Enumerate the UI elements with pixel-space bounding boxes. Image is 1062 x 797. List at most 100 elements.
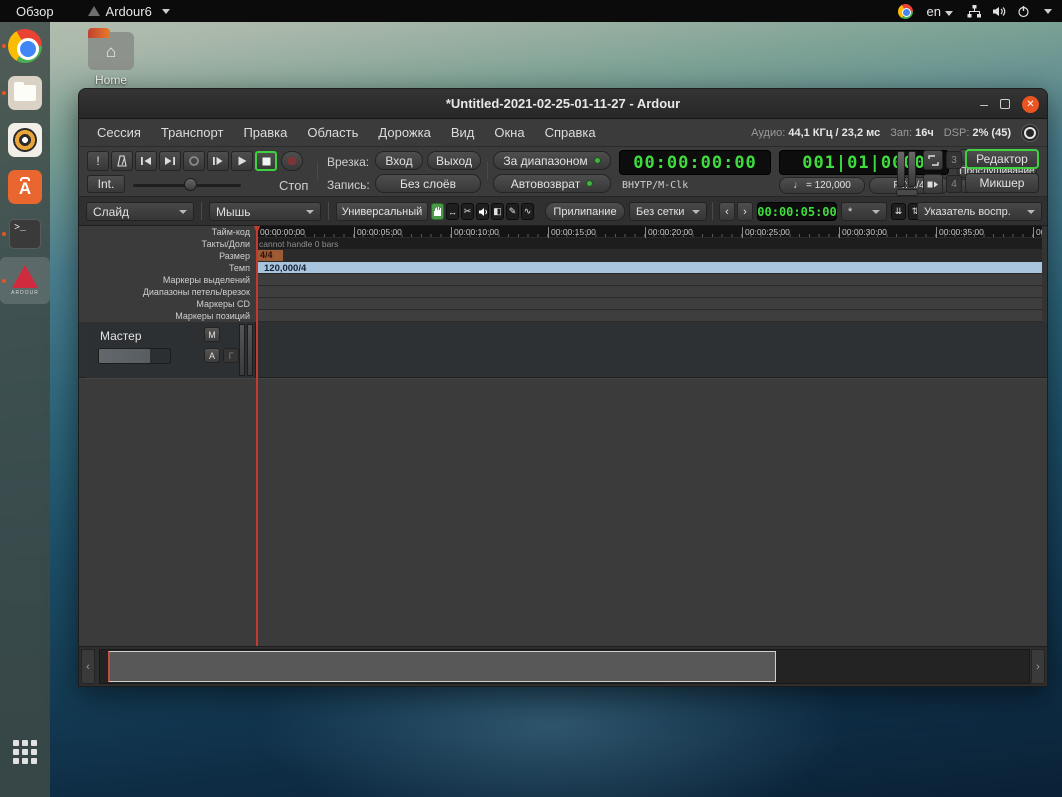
menu-item-3[interactable]: Область: [299, 122, 366, 143]
scroll-left-button[interactable]: ‹: [81, 649, 95, 684]
primary-clock[interactable]: 00:00:00:00: [619, 150, 771, 175]
ruler-label-tempo[interactable]: Темп: [79, 262, 256, 274]
ruler-label-cd-markers[interactable]: Маркеры CD: [79, 298, 256, 310]
goto-end-button[interactable]: [159, 151, 181, 171]
app-menu[interactable]: Ardour6: [88, 4, 170, 19]
follow-range-button[interactable]: За диапазоном: [493, 151, 611, 170]
position-markers-ruler[interactable]: [256, 310, 1042, 322]
record-button[interactable]: [281, 151, 303, 171]
sync-source-button[interactable]: Int.: [87, 175, 125, 193]
edit-point-dropdown[interactable]: Мышь: [209, 202, 321, 221]
metronome-button[interactable]: [111, 151, 133, 171]
menu-item-5[interactable]: Вид: [443, 122, 483, 143]
language-indicator[interactable]: en: [927, 4, 953, 19]
master-gain-fader[interactable]: [98, 348, 171, 364]
bbt-ruler[interactable]: cannot handle 0 bars: [256, 238, 1042, 250]
dock-item-chrome[interactable]: [0, 22, 50, 69]
ruler-label-meter[interactable]: Размер: [79, 250, 256, 262]
maximize-button[interactable]: [1000, 99, 1010, 109]
goto-start-button[interactable]: [135, 151, 157, 171]
grid-mode-dropdown[interactable]: Без сетки: [629, 202, 707, 221]
ruler-label-location-markers[interactable]: Маркеры выделений: [79, 274, 256, 286]
shuttle-thumb[interactable]: [184, 178, 197, 191]
summary-visible-range[interactable]: [108, 651, 776, 682]
range-tool-button[interactable]: ↔: [446, 203, 459, 220]
dock-item-terminal[interactable]: >_: [0, 210, 50, 257]
ruler-label-position-markers[interactable]: Маркеры позиций: [79, 310, 256, 322]
fade-tool-button[interactable]: ◧: [491, 203, 504, 220]
loop-punch-ruler[interactable]: [256, 286, 1042, 298]
play-range-icon: [212, 156, 224, 166]
play-button[interactable]: [231, 151, 253, 171]
location-markers-ruler[interactable]: [256, 274, 1042, 286]
tempo-button[interactable]: ♩ = 120,000: [779, 177, 865, 194]
global-record-button[interactable]: [1021, 124, 1039, 142]
grab-tool-button[interactable]: [431, 203, 444, 220]
meter-ruler[interactable]: 4/4: [256, 250, 1042, 262]
master-track-name[interactable]: Мастер: [100, 329, 142, 343]
nudge-forward-button[interactable]: ›: [737, 202, 753, 221]
edit-content-tool-button[interactable]: ∿: [521, 203, 534, 220]
show-applications-button[interactable]: [13, 740, 37, 764]
cd-markers-ruler[interactable]: [256, 298, 1042, 310]
mixer-window-button[interactable]: [923, 174, 943, 194]
timecode-ruler[interactable]: 00:00:00:0000:00:05:0000:00:10:0000:00:1…: [256, 226, 1042, 238]
nudge-clock[interactable]: 00:00:05:00: [757, 202, 837, 221]
nudge-back-button[interactable]: ‹: [719, 202, 735, 221]
punch-out-button[interactable]: Выход: [427, 151, 481, 170]
menu-item-1[interactable]: Транспорт: [153, 122, 232, 143]
ruler-label-loop-punch[interactable]: Диапазоны петель/врезок: [79, 286, 256, 298]
dock-item-files[interactable]: [0, 69, 50, 116]
tempo-marker[interactable]: 120,000/4: [264, 263, 306, 274]
dock-item-ardour[interactable]: ARDOUR: [0, 257, 50, 304]
meter-peak-display[interactable]: [896, 189, 918, 196]
system-status-area[interactable]: [967, 5, 1052, 18]
menu-item-6[interactable]: Окна: [486, 122, 532, 143]
menu-item-4[interactable]: Дорожка: [370, 122, 438, 143]
edit-mode-dropdown[interactable]: Слайд: [86, 202, 194, 221]
record-mode-button[interactable]: Без слоёв: [375, 174, 481, 193]
close-button[interactable]: ✕: [1022, 96, 1039, 113]
menu-item-7[interactable]: Справка: [537, 122, 604, 143]
ruler-label-timecode[interactable]: Тайм-код: [79, 226, 256, 238]
minimize-button[interactable]: –: [980, 99, 988, 109]
window-title: *Untitled-2021-02-25-01-11-27 - Ardour: [446, 96, 680, 111]
play-range-button[interactable]: [207, 151, 229, 171]
audition-tool-button[interactable]: [476, 203, 489, 220]
tempo-ruler[interactable]: 120,000/4: [256, 262, 1042, 274]
editor-canvas[interactable]: [79, 378, 1047, 646]
ruler-label-bbt[interactable]: Такты/Доли: [79, 238, 256, 250]
smart-mode-button[interactable]: Универсальный: [336, 202, 428, 221]
master-automation-button[interactable]: А: [204, 348, 220, 363]
loop-button[interactable]: [183, 151, 205, 171]
record-mode-label: Запись:: [327, 178, 370, 192]
auto-return-button[interactable]: Автовозврат: [493, 174, 611, 193]
meter-marker[interactable]: 4/4: [257, 250, 283, 261]
master-group-button[interactable]: Г: [223, 348, 239, 363]
master-mute-button[interactable]: M: [204, 327, 220, 342]
activities-button[interactable]: Обзор: [10, 4, 60, 19]
marker-dropdown[interactable]: *: [841, 202, 887, 221]
midi-panic-button[interactable]: !: [87, 151, 109, 171]
master-track-header[interactable]: Мастер M А Г: [86, 322, 256, 378]
stop-button[interactable]: [255, 151, 277, 171]
menu-item-0[interactable]: Сессия: [89, 122, 149, 143]
summary-track[interactable]: [99, 649, 1030, 684]
scroll-right-button[interactable]: ›: [1031, 649, 1045, 684]
shrink-tracks-button[interactable]: ⇊: [891, 203, 906, 220]
snap-button[interactable]: Прилипание: [545, 202, 625, 221]
zoom-focus-dropdown[interactable]: Указатель воспр.: [917, 202, 1042, 221]
playhead[interactable]: [256, 226, 258, 646]
dock-item-rhythmbox[interactable]: [0, 116, 50, 163]
title-bar[interactable]: *Untitled-2021-02-25-01-11-27 - Ardour –…: [79, 89, 1047, 119]
menu-item-2[interactable]: Правка: [235, 122, 295, 143]
punch-in-button[interactable]: Вход: [375, 151, 423, 170]
editor-tab[interactable]: Редактор: [965, 149, 1039, 169]
chrome-notification-icon[interactable]: [898, 4, 913, 19]
desktop-home-shortcut[interactable]: ⌂ Home: [84, 32, 138, 87]
cut-tool-button[interactable]: ✂: [461, 203, 474, 220]
editor-window-button[interactable]: [923, 150, 943, 170]
draw-tool-button[interactable]: ✎: [506, 203, 519, 220]
dock-item-ubuntu-software[interactable]: A: [0, 163, 50, 210]
mixer-tab[interactable]: Микшер: [965, 173, 1039, 193]
